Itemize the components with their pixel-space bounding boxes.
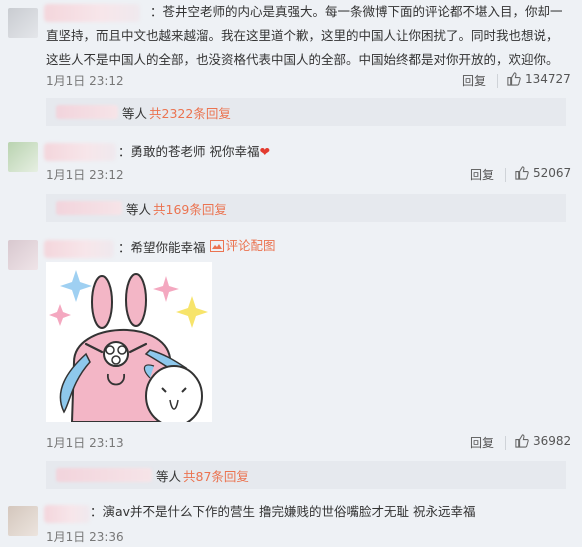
sub-reply-users — [56, 201, 122, 215]
like-count: 36982 — [533, 433, 572, 448]
comment-text: ：苍井空老师的内心是真强大。每一条微博下面的评论都不堪入目，你却一直坚持，而且中… — [46, 4, 563, 67]
reply-button[interactable]: 回复 — [462, 72, 486, 89]
heart-emoji: ❤ — [259, 144, 270, 159]
comment-picture-link[interactable]: 评论配图 — [209, 234, 276, 258]
like-icon — [515, 434, 529, 448]
picture-icon — [209, 240, 224, 252]
like-button[interactable]: 36982 — [514, 433, 571, 448]
like-count: 52067 — [533, 165, 572, 180]
avatar[interactable] — [8, 8, 38, 38]
crying-bunny-sticker — [49, 270, 208, 427]
divider — [505, 168, 506, 182]
avatar[interactable] — [8, 142, 38, 172]
like-icon — [515, 166, 529, 180]
sub-reply-prefix: 等人 — [122, 105, 148, 121]
avatar[interactable] — [8, 240, 38, 270]
sub-reply-prefix: 等人 — [126, 201, 152, 217]
like-button[interactable]: 52067 — [514, 165, 571, 180]
sub-reply-count[interactable]: 共87条回复 — [183, 466, 249, 485]
comment-sticker-image[interactable] — [46, 262, 212, 427]
sub-reply-users — [56, 105, 118, 119]
like-button[interactable]: 134727 — [506, 71, 571, 86]
comment-date: 1月1日 23:12 — [46, 168, 124, 182]
comment-text: ：勇敢的苍老师 祝你幸福 — [118, 144, 260, 159]
divider — [505, 436, 506, 450]
comment-date: 1月1日 23:36 — [46, 530, 124, 544]
comment-text: ：演av并不是什么下作的营生 撸完嫌贱的世俗嘴脸才无耻 祝永远幸福 — [90, 504, 476, 519]
reply-button[interactable]: 回复 — [470, 166, 494, 183]
like-count: 134727 — [525, 71, 571, 86]
username[interactable] — [44, 505, 90, 523]
comment-picture-label: 评论配图 — [225, 238, 276, 253]
avatar[interactable] — [8, 506, 38, 536]
comment-text: ：希望你能幸福 — [118, 240, 206, 255]
username[interactable] — [44, 143, 116, 161]
divider — [497, 74, 498, 88]
username[interactable] — [44, 240, 114, 258]
sub-reply-summary[interactable]: 等人 共2322条回复 — [46, 98, 566, 126]
reply-button[interactable]: 回复 — [470, 434, 494, 451]
sub-reply-summary[interactable]: 等人 共169条回复 — [46, 194, 566, 222]
sub-reply-prefix: 等人 — [156, 468, 182, 484]
sub-reply-count[interactable]: 共169条回复 — [153, 199, 227, 218]
comment-date: 1月1日 23:12 — [46, 74, 124, 88]
like-icon — [507, 72, 521, 86]
sub-reply-users — [56, 468, 152, 482]
sub-reply-summary[interactable]: 等人 共87条回复 — [46, 461, 566, 489]
sub-reply-count[interactable]: 共2322条回复 — [149, 103, 231, 122]
comment-date: 1月1日 23:13 — [46, 436, 124, 450]
